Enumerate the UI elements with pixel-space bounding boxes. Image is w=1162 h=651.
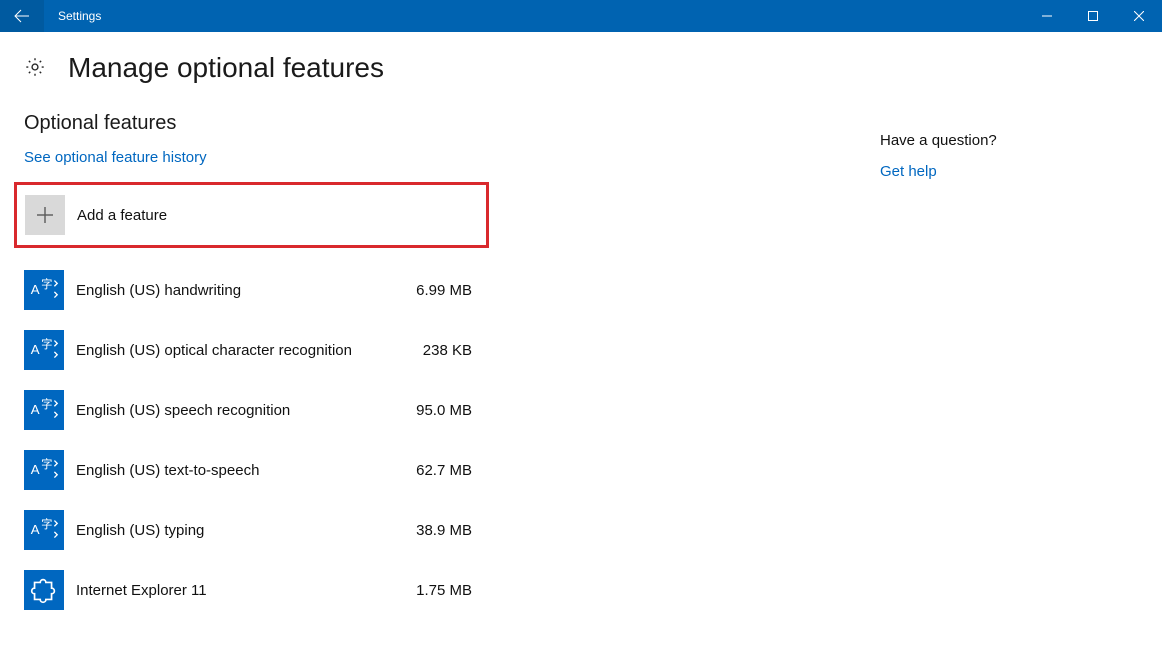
add-feature-button[interactable]: Add a feature xyxy=(25,195,476,235)
minimize-button[interactable] xyxy=(1024,0,1070,32)
feature-history-link[interactable]: See optional feature history xyxy=(24,149,207,166)
feature-name: English (US) text-to-speech xyxy=(76,462,398,479)
help-panel: Have a question? Get help xyxy=(880,52,997,651)
feature-row[interactable]: Internet Explorer 111.75 MB xyxy=(18,560,478,620)
gear-icon xyxy=(24,56,48,80)
add-feature-label: Add a feature xyxy=(77,207,167,224)
feature-row[interactable]: English (US) handwriting6.99 MB xyxy=(18,260,478,320)
close-button[interactable] xyxy=(1116,0,1162,32)
language-icon xyxy=(24,450,64,490)
feature-size: 238 KB xyxy=(398,342,478,359)
feature-name: English (US) handwriting xyxy=(76,282,398,299)
feature-row[interactable]: English (US) text-to-speech62.7 MB xyxy=(18,440,478,500)
page-title: Manage optional features xyxy=(68,52,384,84)
add-feature-highlight: Add a feature xyxy=(14,182,489,248)
language-icon xyxy=(24,330,64,370)
feature-size: 1.75 MB xyxy=(398,582,478,599)
window-controls xyxy=(1024,0,1162,32)
section-heading: Optional features xyxy=(24,112,880,135)
feature-row[interactable]: English (US) optical character recogniti… xyxy=(18,320,478,380)
feature-list: English (US) handwriting6.99 MBEnglish (… xyxy=(18,260,478,620)
feature-size: 38.9 MB xyxy=(398,522,478,539)
feature-name: Internet Explorer 11 xyxy=(76,582,398,599)
feature-row[interactable]: English (US) speech recognition95.0 MB xyxy=(18,380,478,440)
help-heading: Have a question? xyxy=(880,132,997,149)
title-bar: Settings xyxy=(0,0,1162,32)
language-icon xyxy=(24,390,64,430)
feature-name: English (US) typing xyxy=(76,522,398,539)
language-icon xyxy=(24,510,64,550)
feature-size: 6.99 MB xyxy=(398,282,478,299)
puzzle-icon xyxy=(24,570,64,610)
page-header: Manage optional features xyxy=(24,52,880,84)
plus-icon xyxy=(25,195,65,235)
language-icon xyxy=(24,270,64,310)
feature-name: English (US) optical character recogniti… xyxy=(76,342,398,359)
feature-name: English (US) speech recognition xyxy=(76,402,398,419)
help-link[interactable]: Get help xyxy=(880,163,937,180)
back-button[interactable] xyxy=(0,0,44,32)
maximize-button[interactable] xyxy=(1070,0,1116,32)
window-title: Settings xyxy=(58,9,101,23)
feature-row[interactable]: English (US) typing38.9 MB xyxy=(18,500,478,560)
feature-size: 95.0 MB xyxy=(398,402,478,419)
feature-size: 62.7 MB xyxy=(398,462,478,479)
